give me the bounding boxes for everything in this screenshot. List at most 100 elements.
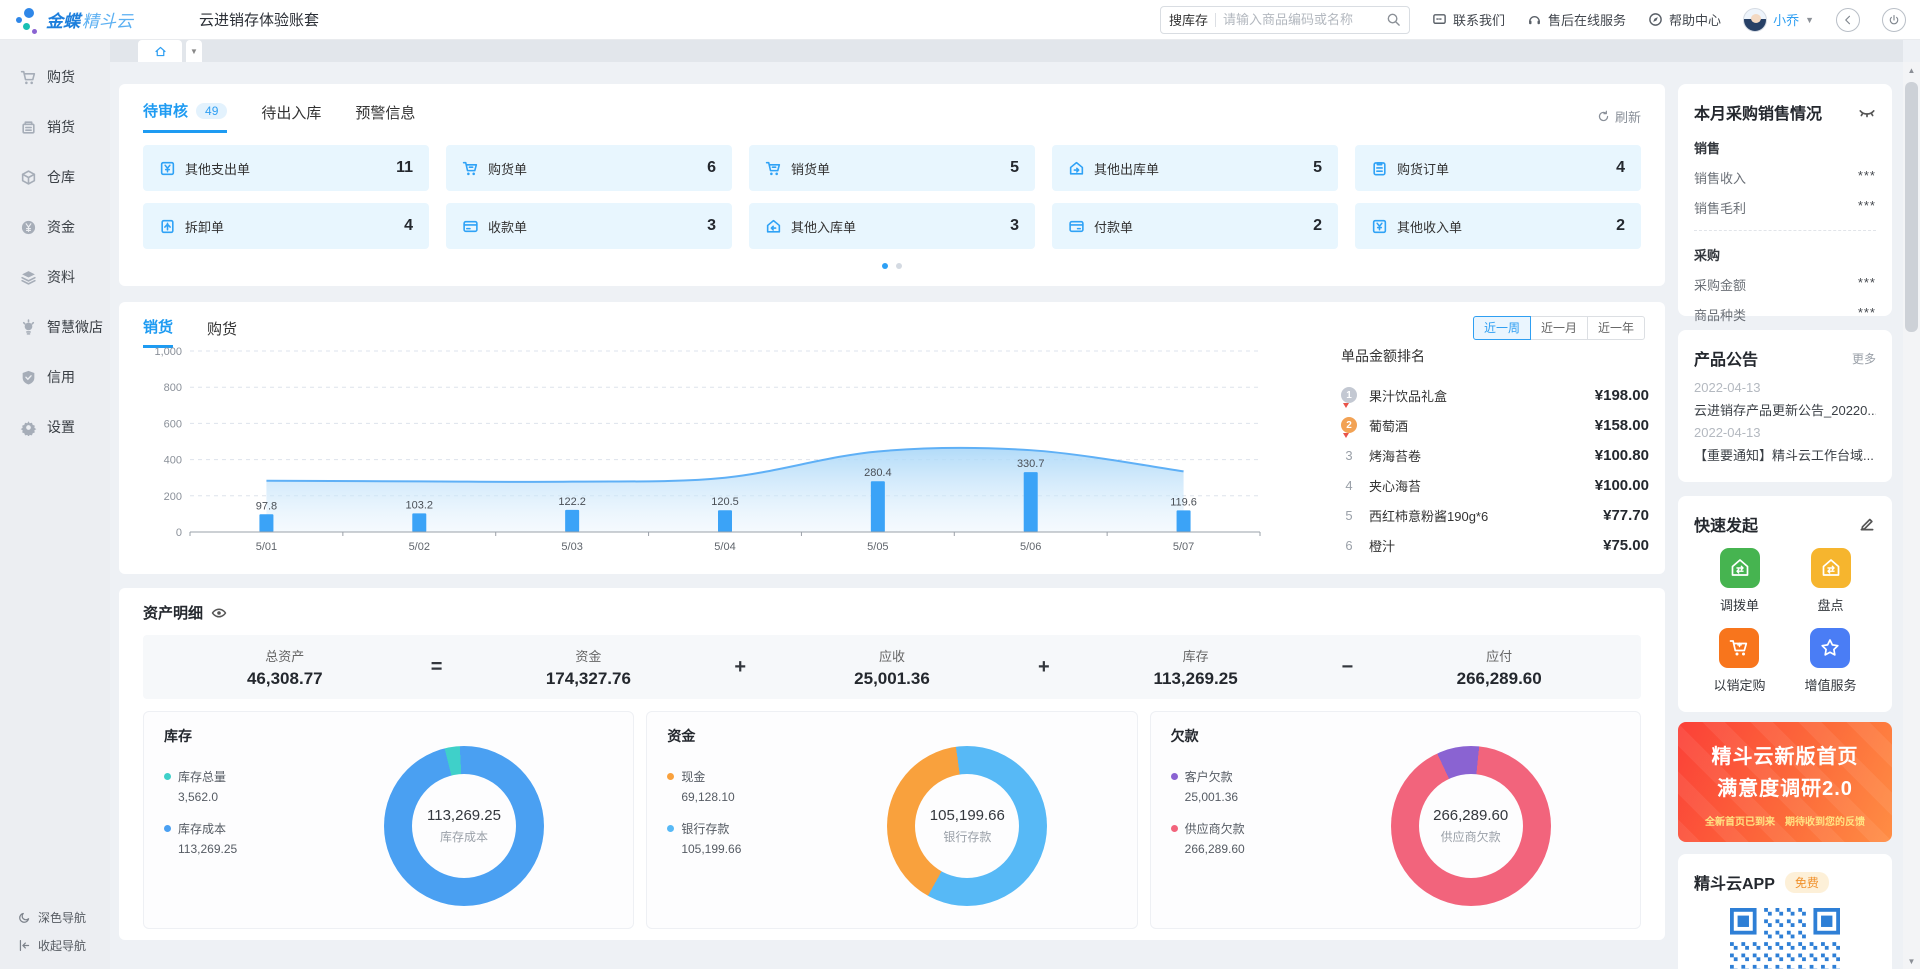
quick-action-tile[interactable] [1811, 548, 1851, 588]
quick-action[interactable]: 调拨单 [1720, 548, 1760, 614]
sidebar-item-label: 购货 [47, 67, 75, 87]
brand-logo[interactable]: 金蝶 精斗云 [14, 7, 133, 33]
sidebar-item-icon [20, 119, 37, 136]
ranking-row[interactable]: 6 6 橙汁 ¥75.00 [1341, 530, 1649, 560]
pending-doc-card[interactable]: 其他支出单 11 [143, 145, 429, 191]
ranking-row[interactable]: 2 2 葡萄酒 ¥158.00 [1341, 410, 1649, 440]
sidebar-item[interactable]: 设置 [0, 402, 110, 452]
announcement-title[interactable]: 【重要通知】精斗云工作台域... [1694, 445, 1876, 464]
sidebar-item[interactable]: 智慧微店 [0, 302, 110, 352]
home-icon [154, 45, 167, 58]
tab-pending-inout[interactable]: 待出入库 [261, 102, 321, 132]
refresh-button[interactable]: 刷新 [1597, 107, 1641, 126]
donut-center-value: 113,269.25 [427, 807, 501, 824]
carousel-dot-2[interactable] [896, 263, 902, 269]
tab-sales[interactable]: 销货 [143, 316, 173, 348]
logout-button[interactable] [1882, 8, 1906, 32]
user-name[interactable]: 小乔 [1773, 10, 1799, 29]
user-menu[interactable]: 小乔 ▼ [1743, 8, 1814, 32]
home-tab[interactable] [138, 40, 182, 62]
pending-doc-card[interactable]: 购货订单 4 [1355, 145, 1641, 191]
announcement-item[interactable]: 2022-04-13 【重要通知】精斗云工作台域... [1694, 425, 1876, 464]
quick-action-tile[interactable] [1719, 628, 1759, 668]
doc-type-label: 其他入库单 [791, 217, 856, 236]
sidebar-footer-item[interactable]: 深色导航 [0, 903, 110, 931]
tab-dropdown[interactable]: ▼ [186, 40, 202, 62]
tab-warning-info-label: 预警信息 [355, 102, 415, 123]
pending-doc-card[interactable]: 其他出库单 5 [1052, 145, 1338, 191]
pending-doc-card[interactable]: 拆卸单 4 [143, 203, 429, 249]
doc-count: 5 [1010, 159, 1019, 177]
survey-banner[interactable]: 精斗云新版首页 满意度调研2.0 全新首页已到来 期待收到您的反馈 [1678, 722, 1892, 842]
quick-launch-panel: 快速发起 调拨单 盘点 [1678, 496, 1892, 712]
more-link[interactable]: 更多 [1852, 350, 1876, 367]
legend-label: 库存总量 [178, 768, 226, 785]
eye-closed-icon[interactable] [1858, 103, 1876, 121]
ranking-row[interactable]: 3 3 烤海苔卷 ¥100.80 [1341, 440, 1649, 470]
pending-doc-card[interactable]: 收款单 3 [446, 203, 732, 249]
quick-action[interactable]: 增值服务 [1804, 628, 1856, 694]
power-icon [1888, 14, 1900, 26]
doc-type-label: 其他收入单 [1397, 217, 1462, 236]
search-input[interactable] [1223, 12, 1379, 27]
doc-type-label: 其他支出单 [185, 159, 250, 178]
announcement-item[interactable]: 2022-04-13 云进销存产品更新公告_20220... [1694, 380, 1876, 419]
app-title: 精斗云APP [1694, 870, 1775, 894]
svg-text:600: 600 [164, 418, 182, 430]
after-sales-service-link[interactable]: 售后在线服务 [1527, 10, 1626, 29]
sidebar-footer-item[interactable]: 收起导航 [0, 931, 110, 959]
announcement-title[interactable]: 云进销存产品更新公告_20220... [1694, 400, 1876, 419]
ranking-row[interactable]: 5 5 西红柿意粉酱190g*6 ¥77.70 [1341, 500, 1649, 530]
sidebar-item[interactable]: 信用 [0, 352, 110, 402]
help-center-link[interactable]: 帮助中心 [1648, 10, 1721, 29]
tab-pending-review[interactable]: 待审核 49 [143, 100, 227, 133]
sidebar-item[interactable]: 仓库 [0, 152, 110, 202]
search-scope-label[interactable]: 搜库存 [1169, 10, 1208, 29]
quick-action-tile[interactable] [1720, 548, 1760, 588]
search-divider [1215, 13, 1216, 27]
sidebar-item[interactable]: 购货 [0, 52, 110, 102]
banner-line3: 全新首页已到来 期待收到您的反馈 [1678, 813, 1892, 828]
eye-icon[interactable] [211, 605, 227, 621]
quick-action[interactable]: 以销定购 [1713, 628, 1765, 694]
doc-count: 4 [404, 217, 413, 235]
quick-action[interactable]: 盘点 [1811, 548, 1851, 614]
legend-dot [164, 825, 171, 832]
inventory-search[interactable]: 搜库存 [1160, 6, 1410, 34]
filter-week-button[interactable]: 近一周 [1473, 316, 1531, 340]
headset-icon [1527, 12, 1542, 27]
tab-purchase[interactable]: 购货 [207, 318, 237, 347]
ranking-row[interactable]: 1 1 果汁饮品礼盒 ¥198.00 [1341, 380, 1649, 410]
pending-doc-card[interactable]: 付款单 2 [1052, 203, 1338, 249]
scroll-down-arrow[interactable]: ▼ [1903, 953, 1920, 969]
back-button[interactable] [1836, 8, 1860, 32]
page-scrollbar[interactable]: ▲ ▼ [1903, 62, 1920, 969]
quick-action-tile[interactable] [1810, 628, 1850, 668]
filter-year-button[interactable]: 近一年 [1587, 316, 1645, 340]
search-icon[interactable] [1386, 12, 1401, 27]
pending-doc-card[interactable]: 其他入库单 3 [749, 203, 1035, 249]
product-name: 烤海苔卷 [1369, 446, 1421, 465]
sidebar-item[interactable]: 资料 [0, 252, 110, 302]
sidebar-item[interactable]: 销货 [0, 102, 110, 152]
contact-us-link[interactable]: 联系我们 [1432, 10, 1505, 29]
pending-doc-card[interactable]: 销货单 5 [749, 145, 1035, 191]
sidebar-item[interactable]: 资金 [0, 202, 110, 252]
scroll-up-arrow[interactable]: ▲ [1903, 62, 1920, 78]
scrollbar-thumb[interactable] [1905, 82, 1918, 332]
doc-type-label: 购货订单 [1397, 159, 1449, 178]
doc-count: 2 [1313, 217, 1322, 235]
tab-warning-info[interactable]: 预警信息 [355, 102, 415, 132]
legend-dot [667, 773, 674, 780]
carousel-dot-1[interactable] [882, 263, 888, 269]
sales-section-title: 销售 [1694, 138, 1876, 157]
pending-doc-card[interactable]: 其他收入单 2 [1355, 203, 1641, 249]
pencil-icon[interactable] [1858, 515, 1876, 533]
filter-month-button[interactable]: 近一月 [1530, 316, 1588, 340]
product-name: 西红柿意粉酱190g*6 [1369, 506, 1488, 525]
pending-doc-card[interactable]: 购货单 6 [446, 145, 732, 191]
inventory-total: 库存 113,269.25 [1054, 646, 1338, 689]
funds-panel: 资金 现金 69,128.10 银行存款 105,199.66 [646, 711, 1137, 929]
ranking-row[interactable]: 4 4 夹心海苔 ¥100.00 [1341, 470, 1649, 500]
avatar[interactable] [1743, 8, 1767, 32]
